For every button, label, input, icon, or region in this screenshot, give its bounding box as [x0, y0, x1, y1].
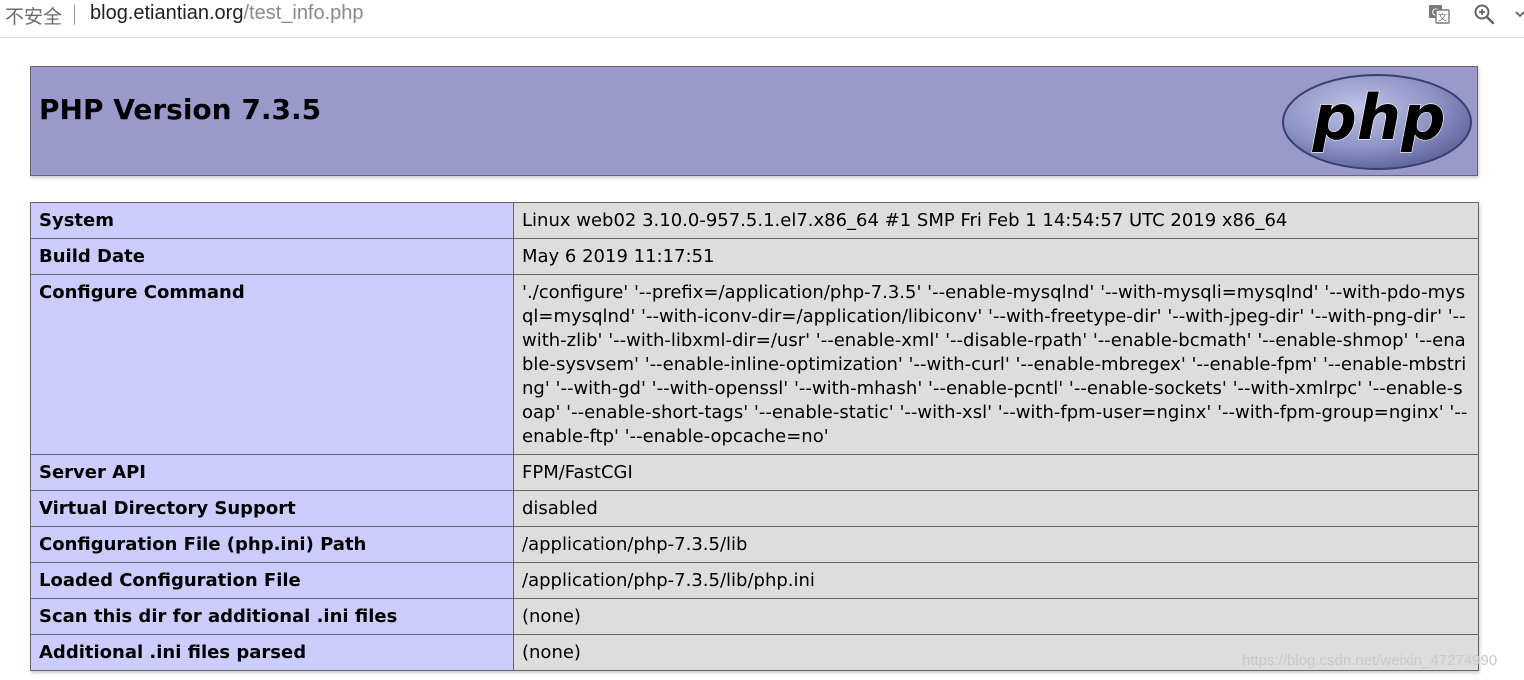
row-value: FPM/FastCGI	[513, 454, 1479, 491]
php-logo[interactable]: php	[1281, 73, 1473, 171]
url-field[interactable]: blog.etiantian.org/test_info.php	[90, 2, 364, 25]
security-indicator[interactable]: 不安全	[5, 2, 62, 29]
watermark: https://blog.csdn.net/weixin_47274990	[1242, 652, 1498, 669]
chevron-down-icon[interactable]	[1514, 2, 1524, 26]
table-row: Build Date May 6 2019 11:17:51	[30, 238, 1479, 275]
php-info-table: System Linux web02 3.10.0-957.5.1.el7.x86…	[30, 202, 1479, 671]
table-row: Server API FPM/FastCGI	[30, 454, 1479, 491]
row-label: Additional .ini files parsed	[30, 634, 514, 671]
row-value: disabled	[513, 490, 1479, 527]
table-row: Configuration File (php.ini) Path/applic…	[30, 526, 1479, 563]
url-host: blog.etiantian.org	[90, 2, 244, 24]
php-version-header: PHP Version 7.3.5 php	[30, 66, 1478, 176]
table-row: System Linux web02 3.10.0-957.5.1.el7.x86…	[30, 202, 1479, 239]
row-value: './configure' '--prefix=/application/php…	[513, 274, 1479, 455]
table-row: Loaded Configuration File/application/ph…	[30, 562, 1479, 599]
table-row: Virtual Directory Support disabled	[30, 490, 1479, 527]
row-label: Build Date	[30, 238, 514, 275]
table-row: Scan this dir for additional .ini files(…	[30, 598, 1479, 635]
row-label: Configuration File (php.ini) Path	[30, 526, 514, 563]
url-path: /test_info.php	[243, 2, 364, 24]
php-logo-text: php	[1312, 81, 1446, 154]
row-label: Virtual Directory Support	[30, 490, 514, 527]
address-separator	[74, 5, 75, 25]
zoom-icon[interactable]	[1472, 2, 1496, 26]
browser-address-bar: 不安全 blog.etiantian.org/test_info.php G 文	[0, 0, 1524, 38]
row-value: /application/php-7.3.5/lib/php.ini	[513, 562, 1479, 599]
row-value: /application/php-7.3.5/lib	[513, 526, 1479, 563]
translate-icon[interactable]: G 文	[1427, 2, 1451, 26]
row-label: Loaded Configuration File	[30, 562, 514, 599]
page-title: PHP Version 7.3.5	[39, 93, 322, 126]
row-value: Linux web02 3.10.0-957.5.1.el7.x86_64 #1…	[513, 202, 1479, 239]
row-value: May 6 2019 11:17:51	[513, 238, 1479, 275]
svg-text:文: 文	[1438, 12, 1447, 24]
row-label: Configure Command	[30, 274, 514, 455]
table-row: Configure Command './configure' '--prefix…	[30, 274, 1479, 455]
row-label: Server API	[30, 454, 514, 491]
row-value: (none)	[513, 598, 1479, 635]
row-label: Scan this dir for additional .ini files	[30, 598, 514, 635]
row-label: System	[30, 202, 514, 239]
